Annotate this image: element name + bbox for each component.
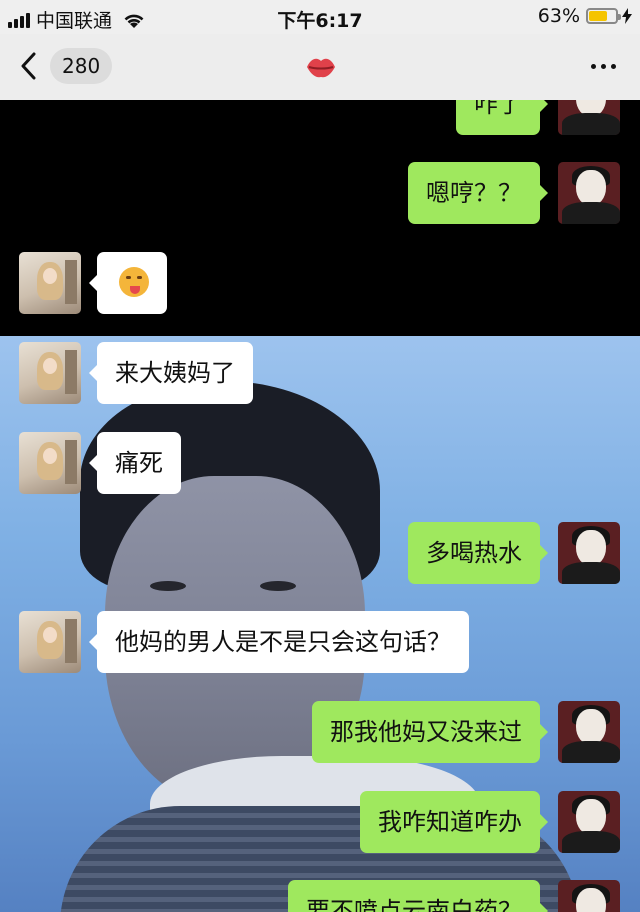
status-bar: 中国联通 下午6:17 63% <box>0 0 640 34</box>
unread-count-badge[interactable]: 280 <box>50 48 113 84</box>
contact-avatar[interactable] <box>19 252 81 314</box>
contact-avatar[interactable] <box>19 342 81 404</box>
contact-avatar[interactable] <box>19 611 81 673</box>
message-bubble-out[interactable]: 要不喷点云南白药？ <box>288 880 548 912</box>
message-bubble-out[interactable]: 咋了 <box>456 100 548 135</box>
my-avatar[interactable] <box>558 880 620 912</box>
charging-bolt-icon <box>622 8 632 24</box>
status-right: 63% <box>538 5 632 27</box>
message-bubble-out[interactable]: 我咋知道咋办 <box>360 791 548 853</box>
my-avatar[interactable] <box>558 162 620 224</box>
message-bubble-out[interactable]: 嗯哼？？ <box>408 162 548 224</box>
contact-avatar[interactable] <box>19 432 81 494</box>
battery-icon <box>586 8 621 24</box>
message-bubble-out[interactable]: 那我他妈又没来过 <box>312 701 548 763</box>
chat-area[interactable]: 咋了 嗯哼？？ 来大姨妈了 痛死 多喝热水 他妈的男人是不是只会这句话？ 那我他… <box>0 100 640 912</box>
my-avatar[interactable] <box>558 522 620 584</box>
chat-nav-bar: 280 <box>0 34 640 100</box>
chat-background-dark <box>0 100 640 336</box>
my-avatar[interactable] <box>558 701 620 763</box>
my-avatar[interactable] <box>558 791 620 853</box>
message-bubble-in[interactable]: 他妈的男人是不是只会这句话？ <box>89 611 469 673</box>
my-avatar[interactable] <box>558 100 620 135</box>
back-chevron-icon[interactable] <box>20 52 36 80</box>
message-bubble-out[interactable]: 多喝热水 <box>408 522 548 584</box>
emoji-message-bubble[interactable] <box>89 252 167 314</box>
more-dots-icon[interactable] <box>591 64 616 69</box>
battery-percent: 63% <box>537 5 580 27</box>
message-bubble-in[interactable]: 痛死 <box>89 432 181 494</box>
message-bubble-in[interactable]: 来大姨妈了 <box>89 342 253 404</box>
kiss-lips-icon <box>307 58 335 78</box>
